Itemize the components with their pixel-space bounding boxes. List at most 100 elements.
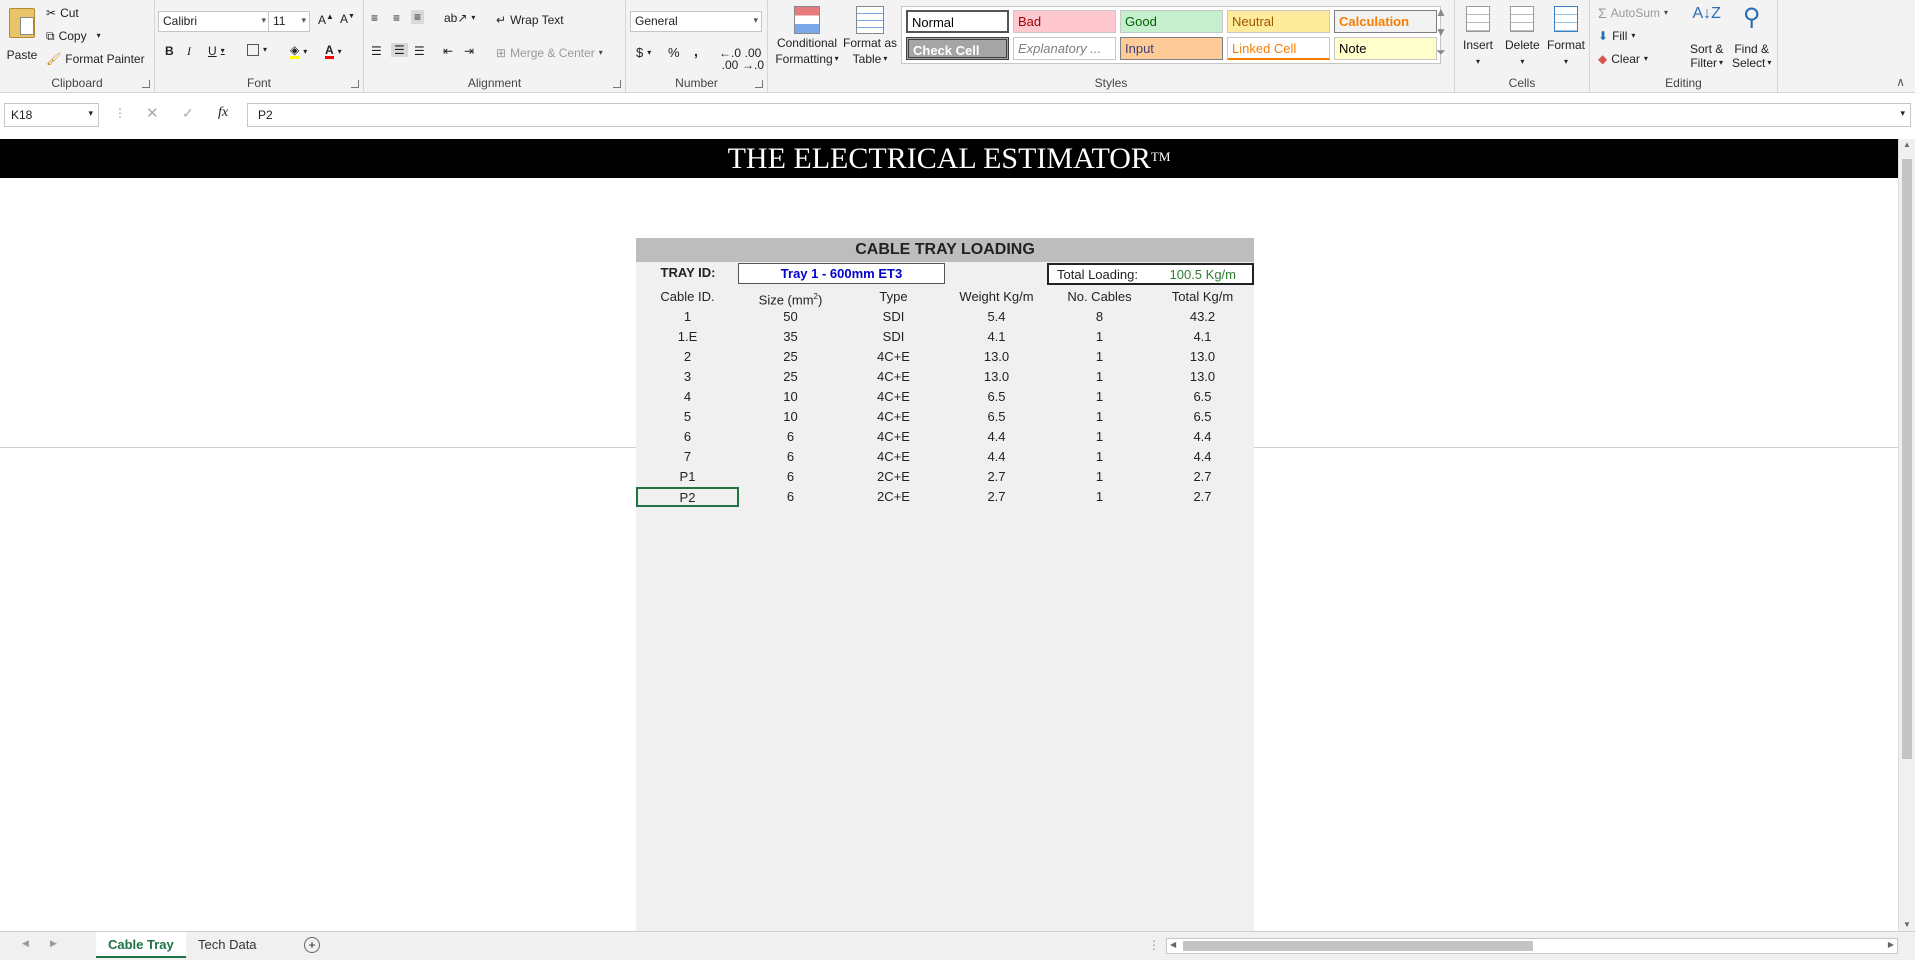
table-cell[interactable]: 13.0 xyxy=(1151,367,1254,387)
table-cell[interactable]: 6.5 xyxy=(1151,387,1254,407)
top-align-button[interactable]: ≡ xyxy=(371,12,378,24)
table-cell[interactable]: 1 xyxy=(1048,367,1151,387)
borders-button[interactable]: ▾ xyxy=(247,44,267,56)
table-cell[interactable]: 13.0 xyxy=(945,367,1048,387)
dialog-launcher-icon[interactable] xyxy=(755,80,763,88)
table-cell[interactable]: 5.4 xyxy=(945,307,1048,327)
middle-align-button[interactable]: ≡ xyxy=(393,12,400,24)
table-cell[interactable]: 2.7 xyxy=(1151,487,1254,507)
table-cell[interactable]: 6.5 xyxy=(1151,407,1254,427)
table-cell[interactable]: 1 xyxy=(1048,447,1151,467)
sheet-tab-cable-tray[interactable]: Cable Tray xyxy=(96,932,186,958)
increase-decimal-button[interactable]: ←.0.00 xyxy=(719,47,741,71)
table-cell[interactable]: 2.7 xyxy=(1151,467,1254,487)
insert-button[interactable]: Insert ▾ xyxy=(1463,6,1493,66)
worksheet-grid[interactable]: THE ELECTRICAL ESTIMATORTM CABLE TRAY LO… xyxy=(0,139,1898,931)
table-cell[interactable]: 4C+E xyxy=(842,347,945,367)
more-options-icon[interactable]: ⋮ xyxy=(1148,939,1160,951)
horizontal-scrollbar[interactable]: ◀ ▶ xyxy=(1166,938,1898,954)
table-cell[interactable]: 4.4 xyxy=(945,427,1048,447)
increase-font-button[interactable]: A▲ xyxy=(318,13,334,27)
font-name-combo[interactable]: Calibri ▾ xyxy=(158,11,270,32)
merge-center-button[interactable]: ⊞ Merge & Center ▾ xyxy=(496,46,603,60)
table-cell[interactable]: 1 xyxy=(1048,407,1151,427)
table-cell[interactable]: SDI xyxy=(842,307,945,327)
styles-scroll[interactable]: ▲ ▼ ⏷ xyxy=(1435,6,1447,58)
table-cell[interactable]: 2 xyxy=(636,347,739,367)
table-cell[interactable]: 6 xyxy=(739,447,842,467)
bottom-align-button[interactable]: ≡ xyxy=(411,10,425,24)
next-sheet-icon[interactable]: ▶ xyxy=(50,939,57,948)
cell-style-note[interactable]: Note xyxy=(1334,37,1437,60)
table-cell[interactable]: 4C+E xyxy=(842,407,945,427)
italic-button[interactable]: I xyxy=(187,44,191,59)
table-cell[interactable]: 1 xyxy=(1048,327,1151,347)
cell-style-calculation[interactable]: Calculation xyxy=(1334,10,1437,33)
table-cell[interactable]: 4.1 xyxy=(945,327,1048,347)
table-cell[interactable]: 4 xyxy=(636,387,739,407)
table-cell[interactable]: 1 xyxy=(1048,487,1151,507)
cell-style-check-cell[interactable]: Check Cell xyxy=(906,37,1009,60)
table-cell[interactable]: 4C+E xyxy=(842,367,945,387)
chevron-right-icon[interactable]: ▶ xyxy=(1888,941,1894,949)
more-options-icon[interactable]: ⋮ xyxy=(114,107,126,119)
cell-style-neutral[interactable]: Neutral xyxy=(1227,10,1330,33)
table-cell[interactable]: SDI xyxy=(842,327,945,347)
table-cell[interactable]: 1 xyxy=(1048,347,1151,367)
insert-function-icon[interactable]: fx xyxy=(218,106,228,120)
name-box[interactable]: K18 ▾ xyxy=(4,103,99,127)
table-cell[interactable]: 6 xyxy=(636,427,739,447)
cut-button[interactable]: ✂ Cut xyxy=(46,6,79,20)
table-cell[interactable]: 6 xyxy=(739,487,842,507)
conditional-formatting-button[interactable]: Conditional Formatting ▾ xyxy=(772,6,842,66)
enter-icon[interactable]: ✓ xyxy=(182,106,194,120)
delete-button[interactable]: Delete ▾ xyxy=(1505,6,1540,66)
table-cell[interactable]: 6 xyxy=(739,467,842,487)
fill-button[interactable]: ⬇ Fill ▾ xyxy=(1598,29,1635,43)
table-cell[interactable]: 43.2 xyxy=(1151,307,1254,327)
add-sheet-icon[interactable]: + xyxy=(304,937,320,953)
table-cell[interactable]: 35 xyxy=(739,327,842,347)
increase-indent-button[interactable]: ⇥ xyxy=(464,45,474,57)
chevron-down-icon[interactable]: ▼ xyxy=(1903,921,1911,929)
font-size-combo[interactable]: 11 ▾ xyxy=(268,11,310,32)
align-left-button[interactable]: ☰ xyxy=(371,45,382,57)
table-cell[interactable]: 8 xyxy=(1048,307,1151,327)
table-cell[interactable]: 13.0 xyxy=(945,347,1048,367)
table-cell[interactable]: 7 xyxy=(636,447,739,467)
table-cell[interactable]: 1 xyxy=(636,307,739,327)
table-cell[interactable]: 6.5 xyxy=(945,407,1048,427)
clear-button[interactable]: ◆ Clear ▾ xyxy=(1598,52,1648,66)
currency-button[interactable]: $ ▾ xyxy=(636,45,651,60)
comma-button[interactable]: , xyxy=(694,43,698,59)
prev-sheet-icon[interactable]: ◀ xyxy=(22,939,29,948)
cancel-icon[interactable]: ✕ xyxy=(146,106,159,121)
decrease-font-button[interactable]: A▼ xyxy=(340,13,355,25)
table-cell[interactable]: 4C+E xyxy=(842,447,945,467)
table-cell[interactable]: 1 xyxy=(1048,427,1151,447)
percent-button[interactable]: % xyxy=(668,45,680,60)
table-cell[interactable]: 10 xyxy=(739,387,842,407)
table-cell[interactable]: 1 xyxy=(1048,467,1151,487)
table-cell[interactable]: 13.0 xyxy=(1151,347,1254,367)
cell-style-linked-cell[interactable]: Linked Cell xyxy=(1227,37,1330,60)
table-cell[interactable]: 4.1 xyxy=(1151,327,1254,347)
align-right-button[interactable]: ☰ xyxy=(414,45,425,57)
paste-button[interactable]: Paste xyxy=(6,8,38,72)
orientation-button[interactable]: ab↗ ▾ xyxy=(444,12,475,24)
format-painter-button[interactable]: 🖌 Format Painter xyxy=(46,52,145,66)
font-color-button[interactable]: A ▾ xyxy=(325,44,342,59)
table-cell[interactable]: 4C+E xyxy=(842,387,945,407)
sheet-tab-tech-data[interactable]: Tech Data xyxy=(186,932,269,958)
table-cell[interactable]: 5 xyxy=(636,407,739,427)
table-cell[interactable]: 2.7 xyxy=(945,467,1048,487)
cell-style-normal[interactable]: Normal xyxy=(906,10,1009,33)
collapse-ribbon-button[interactable]: ∧ xyxy=(1896,76,1905,88)
align-center-button[interactable]: ☰ xyxy=(391,43,408,57)
chevron-down-icon[interactable]: ▾ xyxy=(1900,109,1905,118)
autosum-button[interactable]: Σ AutoSum ▾ xyxy=(1598,6,1668,20)
table-cell[interactable]: 10 xyxy=(739,407,842,427)
table-cell[interactable]: 50 xyxy=(739,307,842,327)
bold-button[interactable]: B xyxy=(165,44,174,58)
cell-style-explanatory[interactable]: Explanatory ... xyxy=(1013,37,1116,60)
